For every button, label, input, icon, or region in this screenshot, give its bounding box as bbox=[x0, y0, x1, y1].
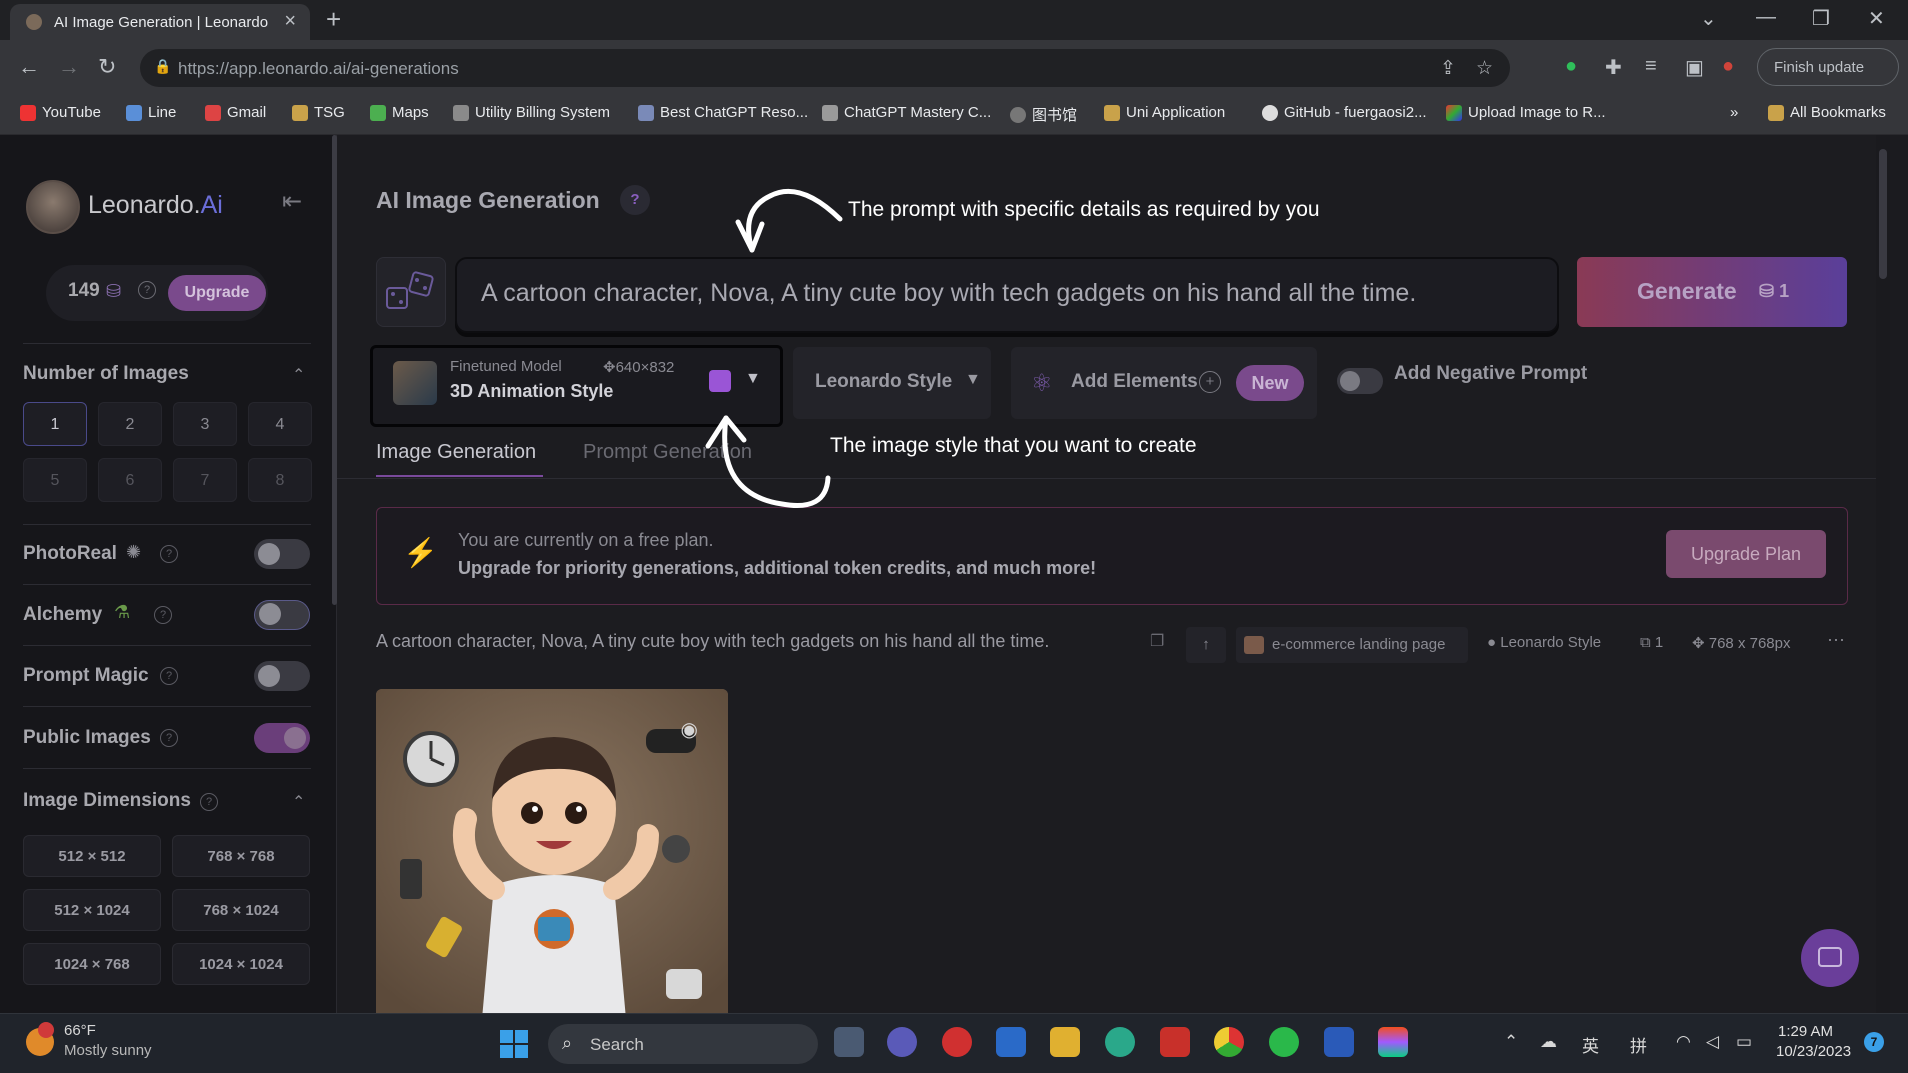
notification-badge[interactable]: 7 bbox=[1864, 1032, 1884, 1052]
windows-taskbar: 66°F Mostly sunny ⌕ Search ⌃ ☁ 英 拼 ◠ ◁ ▭… bbox=[0, 1013, 1908, 1073]
edge-icon[interactable] bbox=[1105, 1027, 1135, 1057]
volume-icon[interactable]: ◁ bbox=[1706, 1032, 1719, 1052]
teams-icon[interactable] bbox=[887, 1027, 917, 1057]
windows-start-icon[interactable] bbox=[500, 1030, 528, 1058]
outlook-icon[interactable] bbox=[996, 1027, 1026, 1057]
taskbar-search[interactable]: ⌕ Search bbox=[548, 1024, 818, 1064]
task-view-icon[interactable] bbox=[834, 1027, 864, 1057]
word-icon[interactable] bbox=[1324, 1027, 1354, 1057]
battery-icon[interactable]: ▭ bbox=[1736, 1032, 1752, 1052]
opera-icon[interactable] bbox=[942, 1027, 972, 1057]
weather-description: Mostly sunny bbox=[64, 1042, 152, 1059]
ime-mode[interactable]: 拼 bbox=[1630, 1032, 1647, 1057]
ime-language[interactable]: 英 bbox=[1582, 1032, 1599, 1057]
prompt-annotation-arrow bbox=[746, 188, 843, 253]
wechat-icon[interactable] bbox=[1269, 1027, 1299, 1057]
style-annotation-arrow bbox=[722, 415, 831, 508]
wifi-icon[interactable]: ◠ bbox=[1676, 1032, 1691, 1052]
onedrive-icon[interactable]: ☁ bbox=[1540, 1032, 1557, 1052]
weather-alert-icon bbox=[38, 1022, 54, 1038]
search-icon: ⌕ bbox=[562, 1033, 573, 1053]
annotation-arrows bbox=[705, 188, 843, 508]
weather-temperature: 66°F bbox=[64, 1022, 96, 1039]
taskbar-search-placeholder: Search bbox=[590, 1035, 644, 1054]
figma-icon[interactable] bbox=[1378, 1027, 1408, 1057]
clock-date[interactable]: 10/23/2023 bbox=[1776, 1043, 1851, 1060]
acrobat-icon[interactable] bbox=[1160, 1027, 1190, 1057]
show-hidden-icons-icon[interactable]: ⌃ bbox=[1504, 1032, 1518, 1052]
style-annotation: The image style that you want to create bbox=[830, 434, 1197, 457]
prompt-annotation: The prompt with specific details as requ… bbox=[848, 198, 1320, 221]
clock-time[interactable]: 1:29 AM bbox=[1778, 1023, 1833, 1040]
file-explorer-icon[interactable] bbox=[1050, 1027, 1080, 1057]
chrome-icon[interactable] bbox=[1214, 1027, 1244, 1057]
